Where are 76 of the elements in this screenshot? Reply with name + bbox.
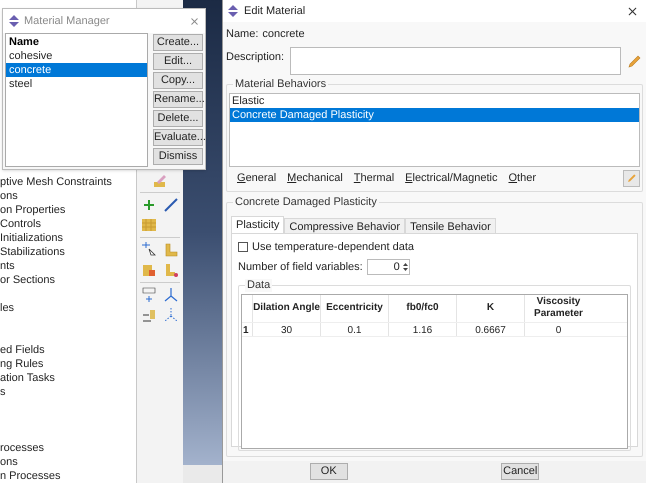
dialog-button[interactable]: OK	[310, 463, 348, 480]
tree-item[interactable]: n Processes	[0, 469, 61, 483]
window-title: Edit Material	[244, 4, 306, 19]
dialog-button[interactable]: Delete...	[153, 110, 203, 127]
list-item[interactable]: concrete	[6, 63, 147, 77]
diamond-arrows-icon	[227, 5, 239, 17]
name-label: Name:	[226, 27, 258, 42]
axes-dotted-icon[interactable]	[163, 307, 179, 323]
table-cell[interactable]: 0.1	[320, 322, 388, 336]
axes-icon[interactable]	[163, 287, 179, 303]
menu-item[interactable]: Mechanical	[287, 170, 343, 186]
list-header: Name	[8, 35, 40, 49]
dialog-button[interactable]: Rename...	[153, 91, 203, 108]
spinner-arrows-icon[interactable]	[402, 261, 409, 274]
tab[interactable]: Compressive Behavior	[284, 218, 406, 232]
plus-icon[interactable]	[141, 197, 157, 213]
close-icon[interactable]	[626, 4, 639, 18]
menu-item[interactable]: Electrical/Magnetic	[405, 170, 498, 186]
line-icon[interactable]	[163, 197, 179, 213]
tree-item[interactable]: on Properties	[0, 203, 66, 217]
spinner-field[interactable]: 0	[366, 259, 410, 276]
table-cell[interactable]: 1.16	[388, 322, 456, 336]
tree-item[interactable]: ons	[0, 189, 18, 203]
bracket-icon[interactable]	[163, 242, 179, 258]
checkbox-label: Use temperature-dependent data	[252, 240, 414, 254]
list-item[interactable]: Elastic	[230, 94, 639, 108]
menu-item[interactable]: General	[237, 170, 276, 186]
description-label: Description:	[226, 50, 286, 64]
group-title: Material Behaviors	[233, 78, 328, 90]
tree-item[interactable]: or Sections	[0, 273, 56, 287]
tree-item[interactable]: Stabilizations	[0, 245, 65, 259]
pencil-icon[interactable]	[626, 54, 642, 70]
description-field[interactable]	[290, 46, 621, 74]
list-item[interactable]: cohesive	[6, 49, 147, 63]
dialog-button[interactable]: Copy...	[153, 72, 203, 89]
checkbox[interactable]	[238, 242, 248, 252]
tree-item[interactable]: ng Rules	[0, 357, 44, 371]
tree-item[interactable]: s	[0, 385, 6, 399]
tree-item[interactable]: les	[0, 301, 14, 315]
dialog-button[interactable]: Create...	[153, 34, 203, 51]
tree-item[interactable]: ation Tasks	[0, 371, 55, 385]
cursor-icon[interactable]	[141, 242, 157, 258]
menu-item[interactable]: Thermal	[354, 170, 394, 186]
list-item[interactable]: steel	[6, 77, 147, 91]
tab[interactable]: Tensile Behavior	[405, 218, 496, 232]
grid-icon[interactable]	[141, 217, 157, 233]
group-title: Concrete Damaged Plasticity	[233, 196, 379, 208]
dialog-button[interactable]: Cancel	[501, 463, 540, 480]
tree-item[interactable]: rocesses	[0, 441, 44, 455]
column-header: K	[456, 294, 524, 322]
dialog-button[interactable]: Evaluate...	[153, 129, 203, 146]
pencil-icon	[626, 172, 637, 184]
row-header: 1	[242, 324, 250, 336]
tree-item[interactable]: ed Fields	[0, 343, 45, 357]
name-value: concrete	[262, 27, 305, 42]
tab[interactable]: Plasticity	[231, 216, 284, 232]
column-header: Eccentricity	[320, 294, 388, 322]
tree-item[interactable]: ptive Mesh Constraints	[0, 175, 112, 189]
window-title: Material Manager	[24, 14, 111, 29]
dialog-button[interactable]: Dismiss	[153, 148, 203, 165]
group-title: Data	[245, 278, 272, 292]
tree-item[interactable]: ons	[0, 455, 18, 469]
tree-item[interactable]: Controls	[0, 217, 41, 231]
menu-item[interactable]: Other	[508, 170, 536, 186]
tree-item[interactable]: Initializations	[0, 231, 63, 245]
field-label: Number of field variables:	[238, 260, 363, 275]
diamond-arrows-icon	[8, 15, 20, 27]
tree-item[interactable]: nts	[0, 259, 15, 273]
table-cell[interactable]: 30	[252, 322, 320, 336]
column-header: fb0/fc0	[388, 294, 456, 322]
table-cell[interactable]: 0	[524, 322, 592, 336]
column-header: Dilation Angle	[252, 294, 320, 322]
list-item[interactable]: Concrete Damaged Plasticity	[230, 108, 639, 122]
dialog-button[interactable]: Edit...	[153, 53, 203, 70]
column-header: Viscosity Parameter	[524, 294, 592, 322]
table-cell[interactable]: 0.6667	[456, 322, 524, 336]
